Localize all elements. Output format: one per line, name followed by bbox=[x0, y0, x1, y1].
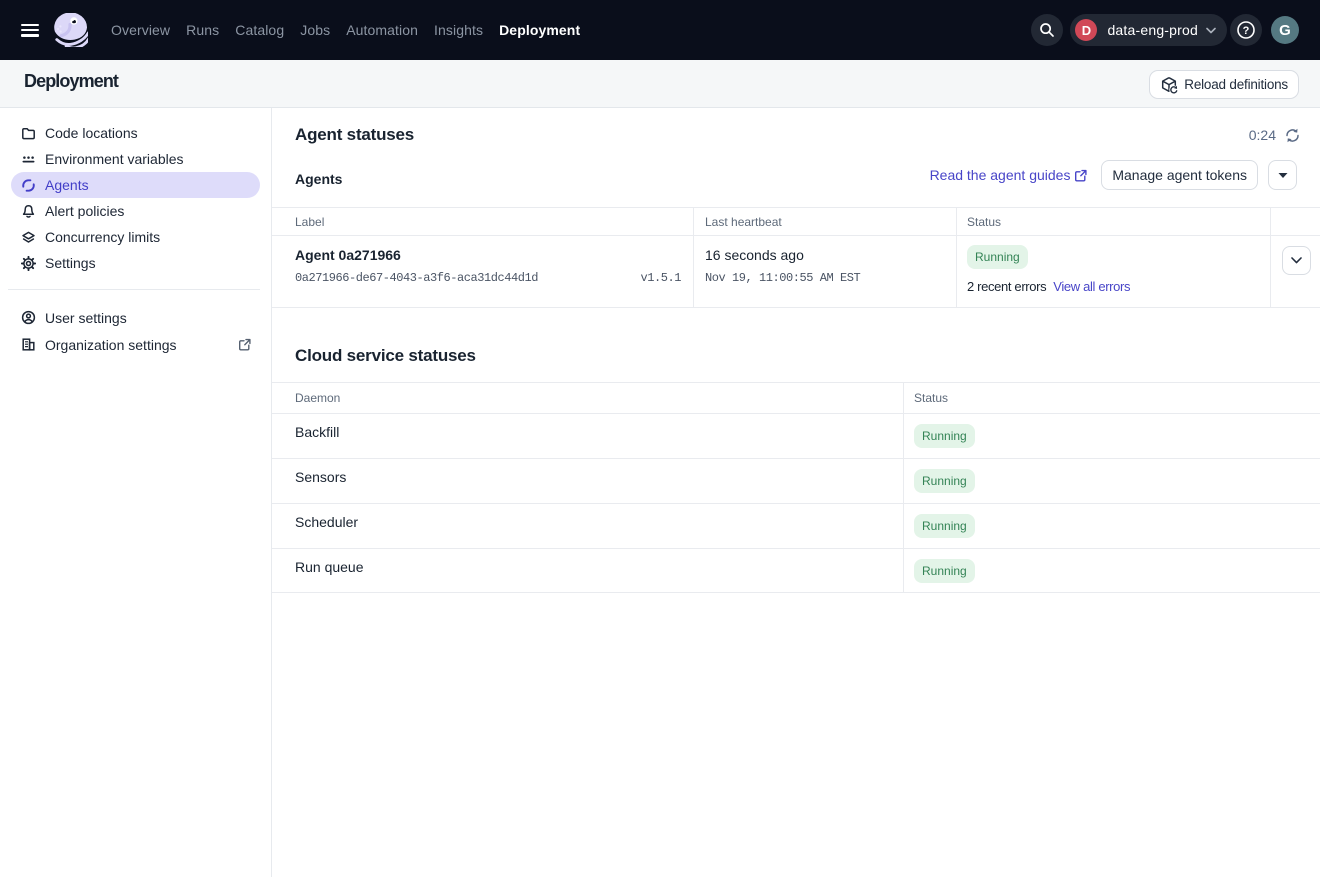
svg-text:?: ? bbox=[1243, 25, 1250, 37]
